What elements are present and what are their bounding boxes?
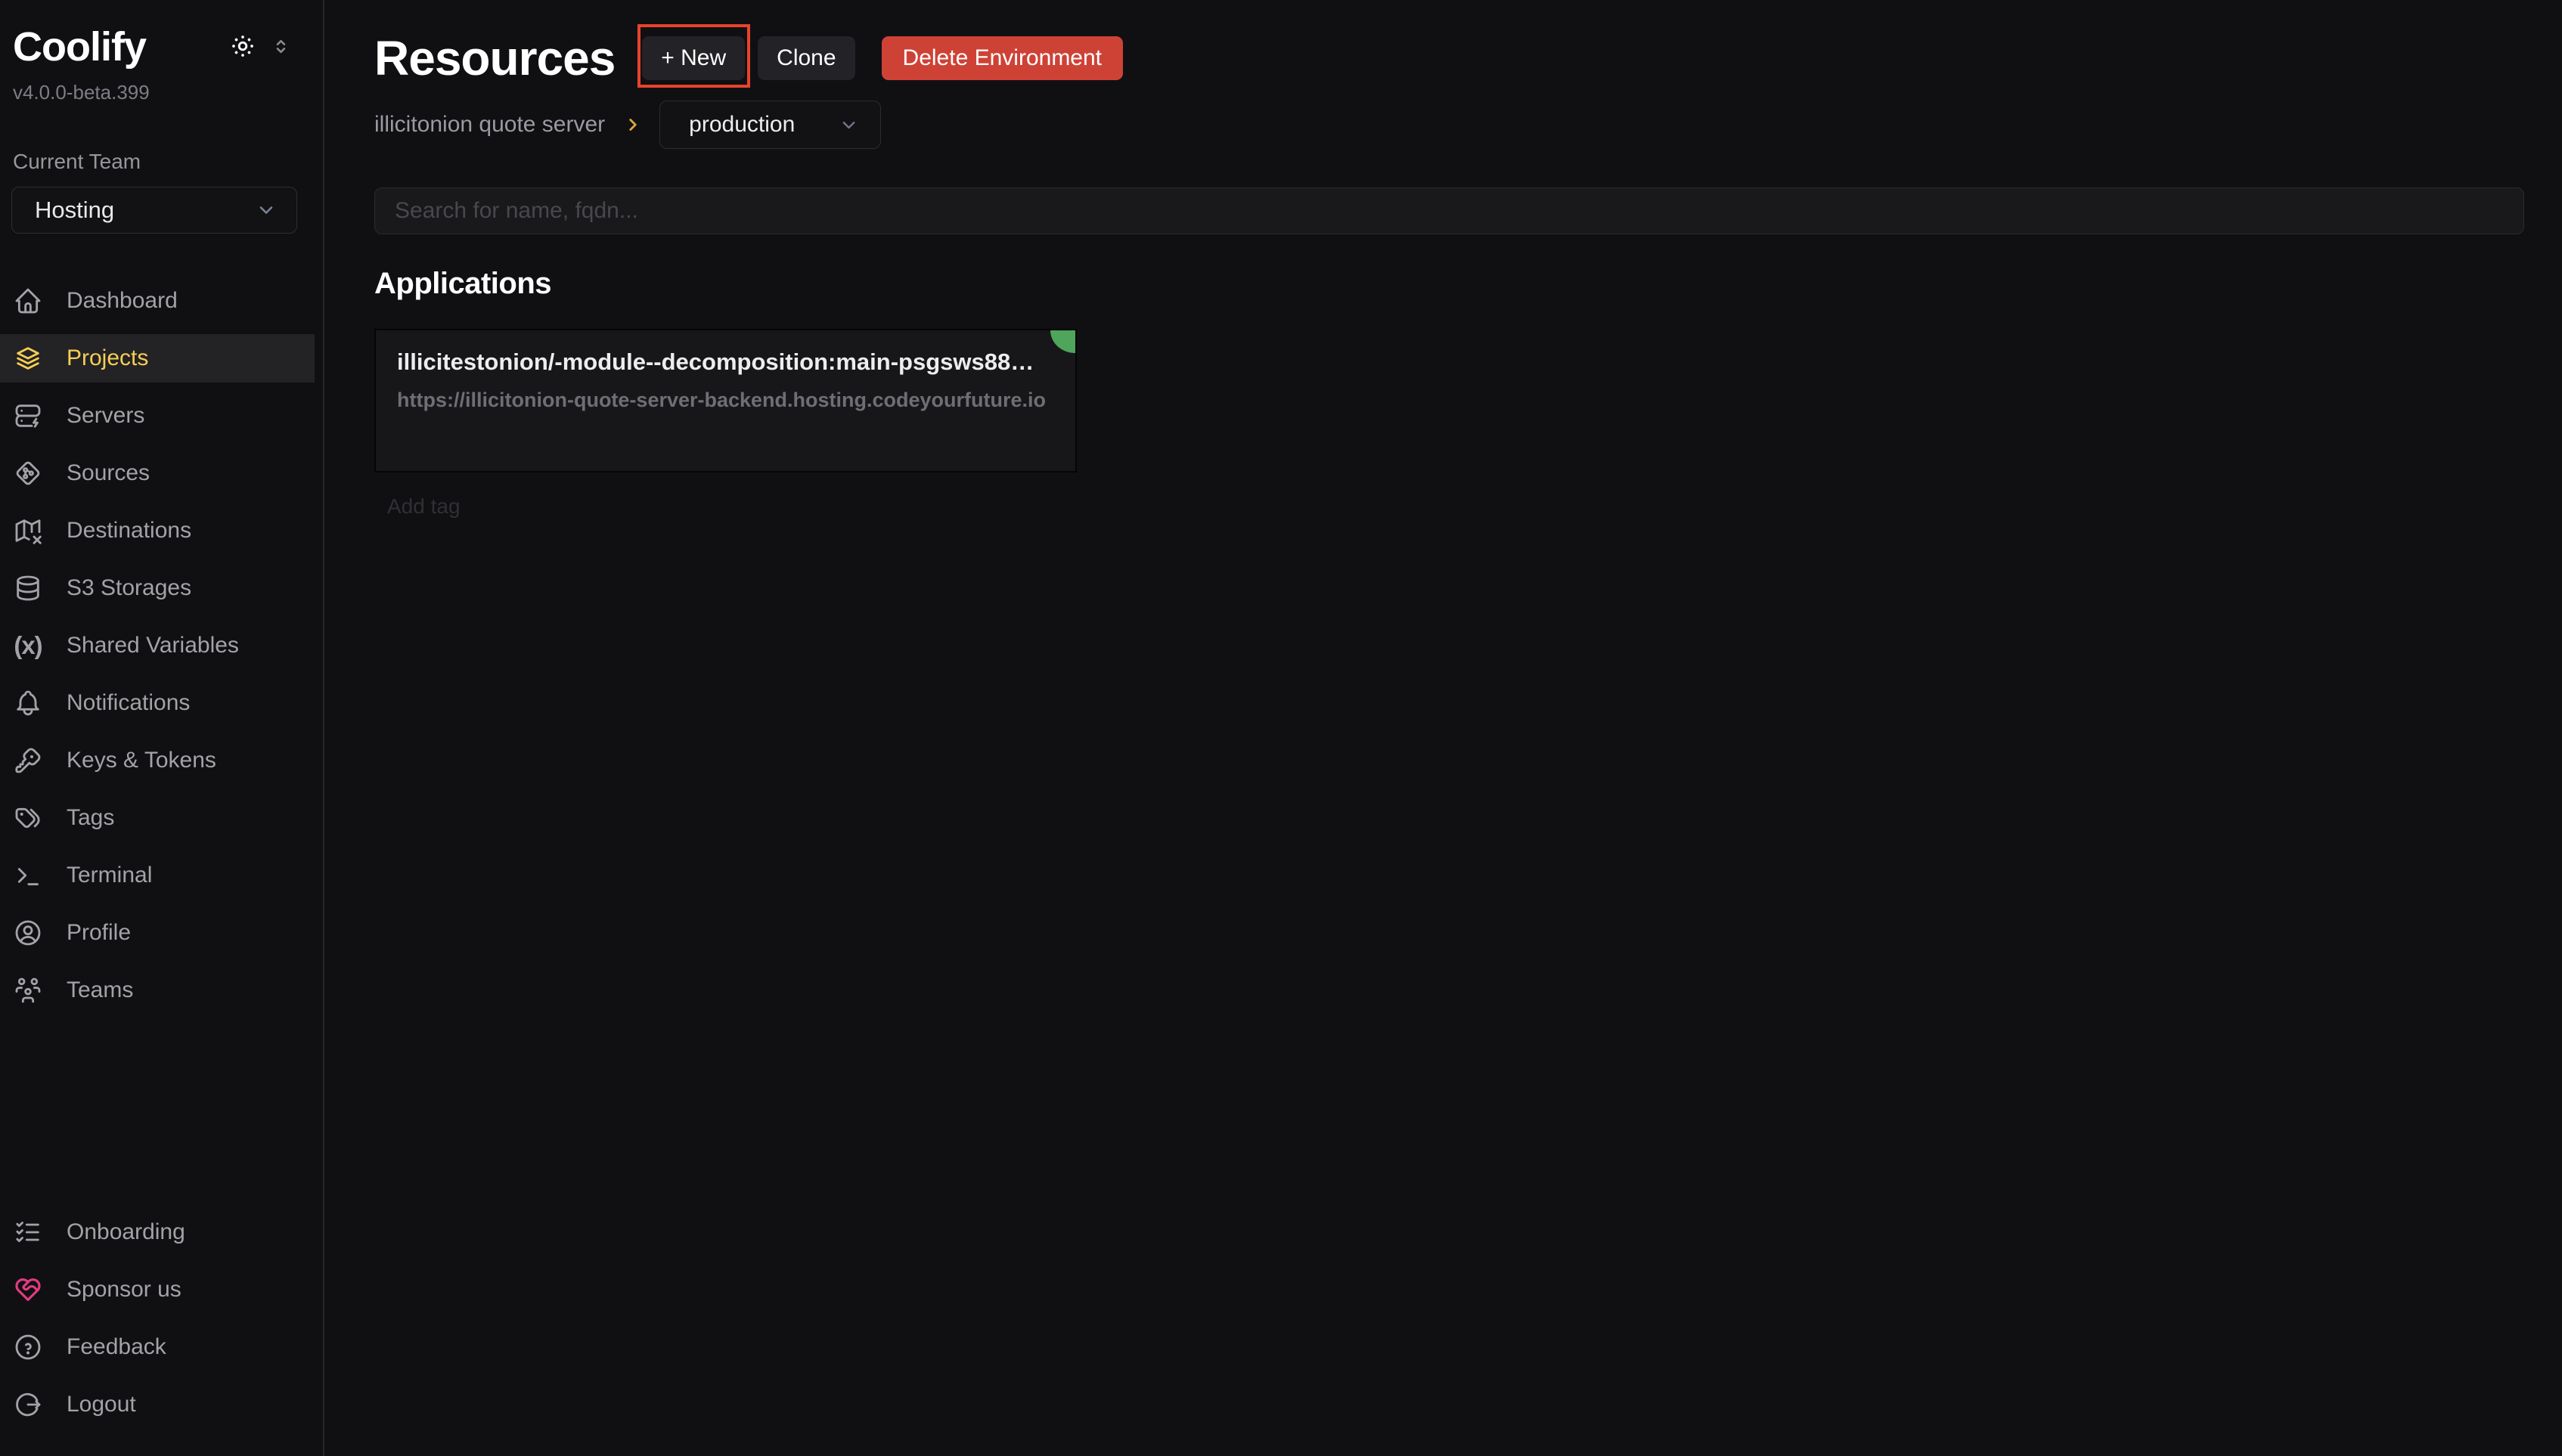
- variable-icon: (x): [13, 631, 43, 660]
- sidebar-item-destinations[interactable]: Destinations: [0, 507, 315, 555]
- sidebar-item-label: Feedback: [67, 1334, 166, 1360]
- sidebar-item-label: Sponsor us: [67, 1277, 181, 1303]
- application-name: illicitestonion/-module--decomposition:m…: [397, 349, 1054, 376]
- application-card[interactable]: illicitestonion/-module--decomposition:m…: [374, 329, 1077, 472]
- user-circle-icon: [13, 918, 43, 948]
- sidebar-item-label: Dashboard: [67, 288, 178, 314]
- sidebar: Coolify v4.0.0-beta.399 Current Team Hos…: [0, 0, 324, 1456]
- sidebar-item-servers[interactable]: Servers: [0, 392, 315, 440]
- logout-icon: [13, 1389, 43, 1420]
- database-icon: [13, 573, 43, 603]
- breadcrumb: illicitonion quote server production: [374, 101, 2524, 149]
- sidebar-item-label: Servers: [67, 403, 144, 429]
- main-content: Resources + New Clone Delete Environment…: [326, 0, 2562, 1456]
- sidebar-item-label: Tags: [67, 805, 114, 831]
- sidebar-item-label: Logout: [67, 1392, 136, 1417]
- app-version: v4.0.0-beta.399: [13, 81, 150, 104]
- team-select[interactable]: Hosting: [11, 187, 297, 234]
- sidebar-item-keys-tokens[interactable]: Keys & Tokens: [0, 736, 315, 785]
- chevron-down-icon: [839, 115, 859, 135]
- tags-icon: [13, 803, 43, 833]
- sidebar-item-sources[interactable]: Sources: [0, 449, 315, 497]
- sidebar-item-label: Sources: [67, 460, 150, 486]
- team-select-value: Hosting: [35, 197, 114, 224]
- checklist-icon: [13, 1217, 43, 1247]
- sidebar-footer-nav: Onboarding Sponsor us Feedback: [0, 1208, 323, 1456]
- home-icon: [13, 286, 43, 316]
- delete-environment-button[interactable]: Delete Environment: [882, 36, 1123, 80]
- sidebar-item-logout[interactable]: Logout: [0, 1380, 315, 1429]
- sidebar-item-label: Destinations: [67, 518, 191, 544]
- git-diamond-icon: [13, 458, 43, 488]
- sidebar-item-notifications[interactable]: Notifications: [0, 679, 315, 727]
- users-group-icon: [13, 975, 43, 1005]
- sidebar-item-label: Keys & Tokens: [67, 748, 216, 773]
- sidebar-item-onboarding[interactable]: Onboarding: [0, 1208, 315, 1256]
- sidebar-item-label: Notifications: [67, 690, 190, 716]
- clone-button[interactable]: Clone: [758, 36, 855, 80]
- sidebar-item-label: Profile: [67, 920, 131, 946]
- sidebar-item-dashboard[interactable]: Dashboard: [0, 277, 315, 325]
- environment-select[interactable]: production: [659, 101, 881, 149]
- sidebar-item-profile[interactable]: Profile: [0, 909, 315, 957]
- server-bolt-icon: [13, 401, 43, 431]
- breadcrumb-project[interactable]: illicitonion quote server: [374, 112, 605, 138]
- sidebar-item-s3-storages[interactable]: S3 Storages: [0, 564, 315, 612]
- terminal-icon: [13, 860, 43, 891]
- heart-handshake-icon: [13, 1275, 43, 1305]
- sidebar-item-label: Projects: [67, 345, 148, 371]
- map-x-icon: [13, 516, 43, 546]
- sidebar-nav: Dashboard Projects Servers: [0, 277, 323, 1024]
- key-icon: [13, 745, 43, 776]
- theme-selector-chevrons-icon[interactable]: [271, 36, 291, 57]
- chevron-down-icon: [256, 200, 277, 221]
- application-url: https://illicitonion-quote-server-backen…: [397, 389, 1054, 412]
- help-circle-icon: [13, 1332, 43, 1362]
- page-title: Resources: [374, 30, 615, 86]
- layers-icon: [13, 343, 43, 373]
- new-button[interactable]: + New: [642, 36, 745, 80]
- environment-select-value: production: [689, 112, 795, 138]
- sidebar-item-projects[interactable]: Projects: [0, 334, 315, 383]
- page-header: Resources + New Clone Delete Environment: [374, 26, 2524, 90]
- sidebar-item-tags[interactable]: Tags: [0, 794, 315, 842]
- sidebar-item-label: Terminal: [67, 863, 152, 888]
- search-input[interactable]: [374, 187, 2524, 234]
- sidebar-item-label: Teams: [67, 977, 133, 1003]
- sidebar-item-terminal[interactable]: Terminal: [0, 851, 315, 900]
- chevron-right-icon: [623, 115, 643, 135]
- theme-sun-icon[interactable]: [230, 33, 256, 59]
- current-team-label: Current Team: [13, 150, 323, 174]
- bell-icon: [13, 688, 43, 718]
- sidebar-item-teams[interactable]: Teams: [0, 966, 315, 1015]
- add-tag-input[interactable]: Add tag: [374, 494, 1077, 519]
- sidebar-item-sponsor-us[interactable]: Sponsor us: [0, 1265, 315, 1314]
- logo-row: Coolify v4.0.0-beta.399: [13, 26, 291, 104]
- applications-section-title: Applications: [374, 267, 2524, 301]
- sidebar-item-label: S3 Storages: [67, 575, 191, 601]
- sidebar-item-shared-variables[interactable]: (x) Shared Variables: [0, 621, 315, 670]
- sidebar-item-feedback[interactable]: Feedback: [0, 1323, 315, 1371]
- sidebar-item-label: Shared Variables: [67, 633, 239, 658]
- sidebar-item-label: Onboarding: [67, 1219, 185, 1245]
- app-logo: Coolify: [13, 26, 150, 69]
